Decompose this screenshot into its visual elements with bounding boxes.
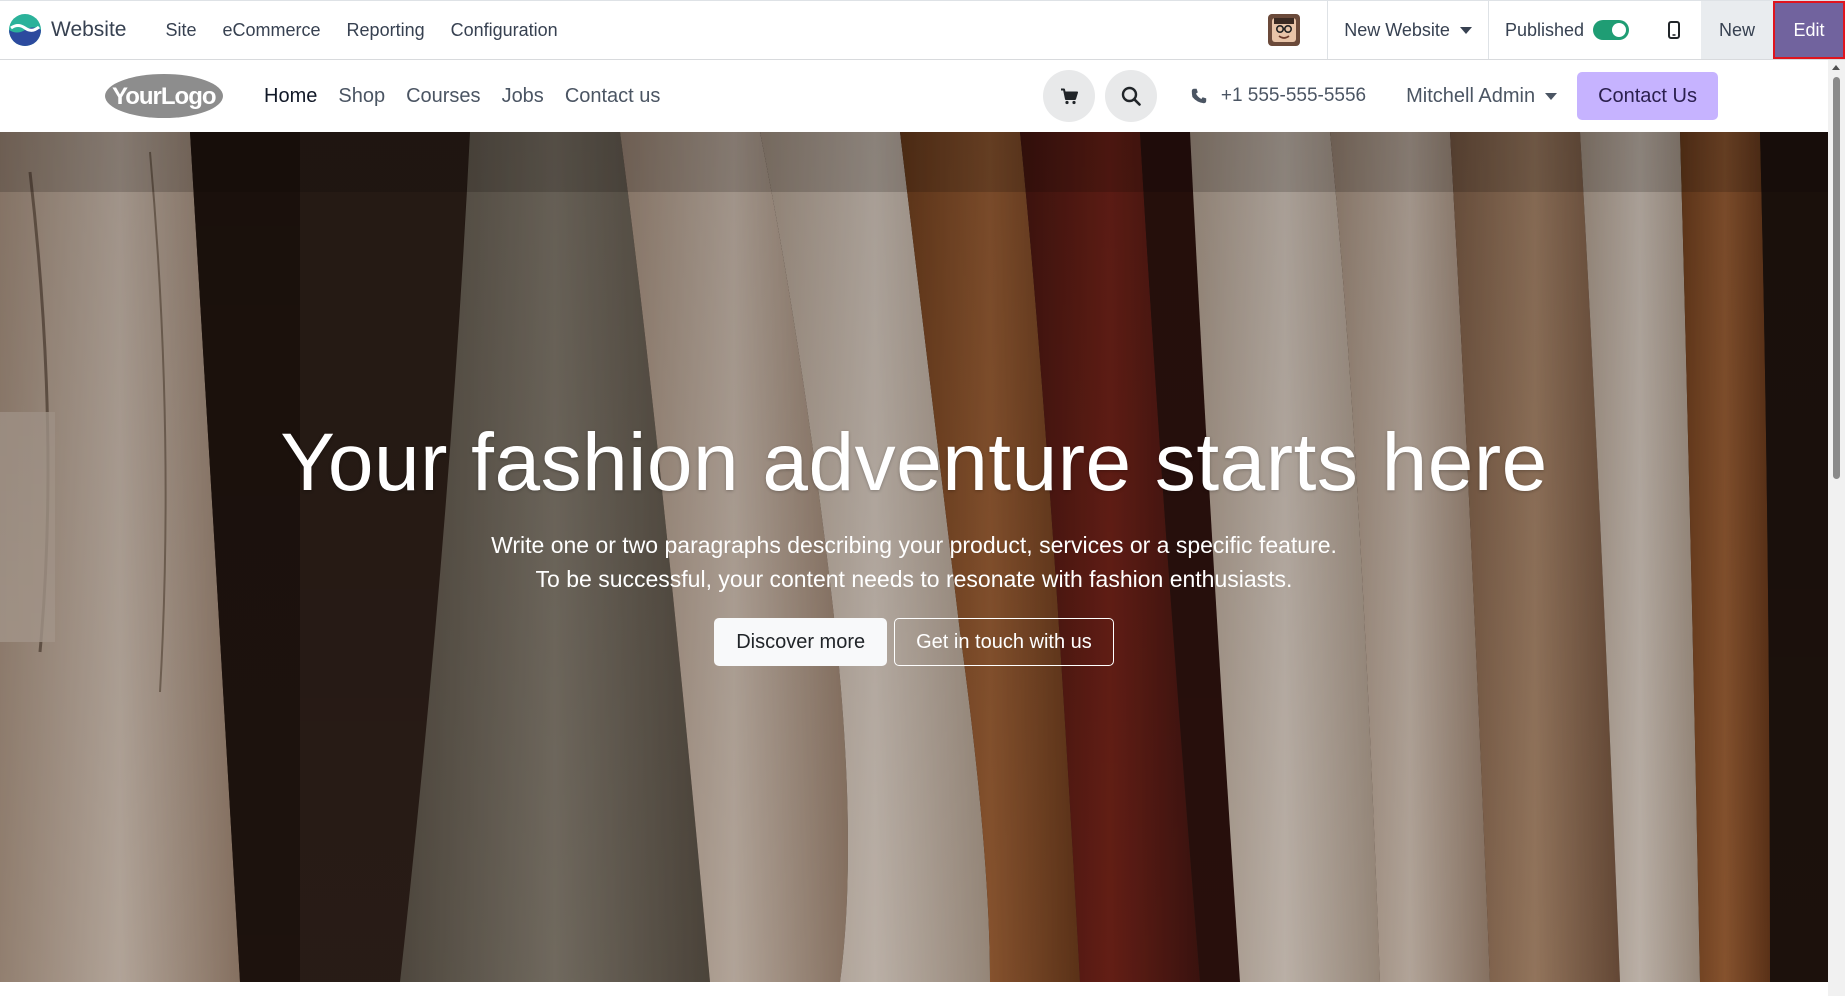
published-toggle[interactable] — [1593, 20, 1629, 40]
menu-ecommerce[interactable]: eCommerce — [210, 1, 334, 59]
phone-link[interactable]: +1 555-555-5556 — [1191, 85, 1366, 107]
phone-icon — [1191, 88, 1207, 104]
nav-shop[interactable]: Shop — [338, 85, 385, 108]
hero-buttons: Discover more Get in touch with us — [0, 618, 1828, 667]
website-selector[interactable]: New Website — [1328, 1, 1489, 59]
new-button[interactable]: New — [1701, 1, 1773, 59]
nav-home[interactable]: Home — [264, 85, 317, 108]
hero-subtitle: Write one or two paragraphs describing y… — [0, 528, 1828, 596]
toggle-knob — [1612, 23, 1626, 37]
hero-subtitle-line-2: To be successful, your content needs to … — [535, 566, 1293, 593]
nav-courses[interactable]: Courses — [406, 85, 480, 108]
discover-more-button[interactable]: Discover more — [714, 618, 888, 667]
phone-number: +1 555-555-5556 — [1220, 85, 1367, 106]
website-app-icon — [9, 14, 41, 46]
contact-us-button[interactable]: Contact Us — [1577, 72, 1718, 120]
logo-text: YourLogo — [112, 83, 216, 110]
nav-contact-us[interactable]: Contact us — [565, 85, 661, 108]
menu-reporting[interactable]: Reporting — [334, 1, 438, 59]
odoo-top-bar: Website Site eCommerce Reporting Configu… — [0, 0, 1845, 60]
search-icon — [1121, 86, 1141, 106]
published-label: Published — [1504, 19, 1584, 40]
edit-button[interactable]: Edit — [1773, 1, 1845, 59]
avatar — [1268, 14, 1301, 46]
cart-button[interactable] — [1042, 70, 1095, 122]
menu-configuration[interactable]: Configuration — [438, 1, 571, 59]
hero-title: Your fashion adventure starts here — [280, 417, 1548, 508]
scroll-thumb[interactable] — [1833, 77, 1840, 479]
search-button[interactable] — [1104, 70, 1157, 122]
site-logo[interactable]: YourLogo — [104, 72, 224, 120]
hero-subtitle-line-1: Write one or two paragraphs describing y… — [491, 532, 1337, 559]
hero-content: Your fashion adventure starts here Write… — [0, 417, 1828, 667]
app-brand[interactable]: Website — [0, 1, 152, 59]
page-below-fold — [0, 982, 1828, 996]
nav-jobs[interactable]: Jobs — [502, 85, 544, 108]
menu-site[interactable]: Site — [152, 1, 209, 59]
bar-spacer — [571, 1, 1242, 59]
cart-icon — [1060, 88, 1078, 104]
website-header: YourLogo Home Shop Courses Jobs Contact … — [0, 60, 1828, 132]
mobile-preview-button[interactable] — [1647, 1, 1701, 59]
chevron-down-icon — [1545, 92, 1558, 100]
published-toggle-group[interactable]: Published — [1489, 1, 1647, 59]
page-scrollbar[interactable] — [1828, 60, 1845, 996]
user-avatar-button[interactable] — [1241, 1, 1329, 59]
hero-section: Your fashion adventure starts here Write… — [0, 132, 1828, 982]
chevron-down-icon — [1459, 26, 1472, 34]
user-menu[interactable]: Mitchell Admin — [1406, 84, 1558, 108]
get-in-touch-button[interactable]: Get in touch with us — [894, 618, 1114, 667]
scroll-up-arrow-icon[interactable] — [1832, 65, 1840, 70]
website-selector-label: New Website — [1344, 19, 1450, 40]
main-nav: Home Shop Courses Jobs Contact us — [264, 85, 681, 108]
user-name: Mitchell Admin — [1406, 84, 1536, 107]
app-name[interactable]: Website — [51, 18, 126, 42]
mobile-phone-icon — [1668, 21, 1680, 39]
